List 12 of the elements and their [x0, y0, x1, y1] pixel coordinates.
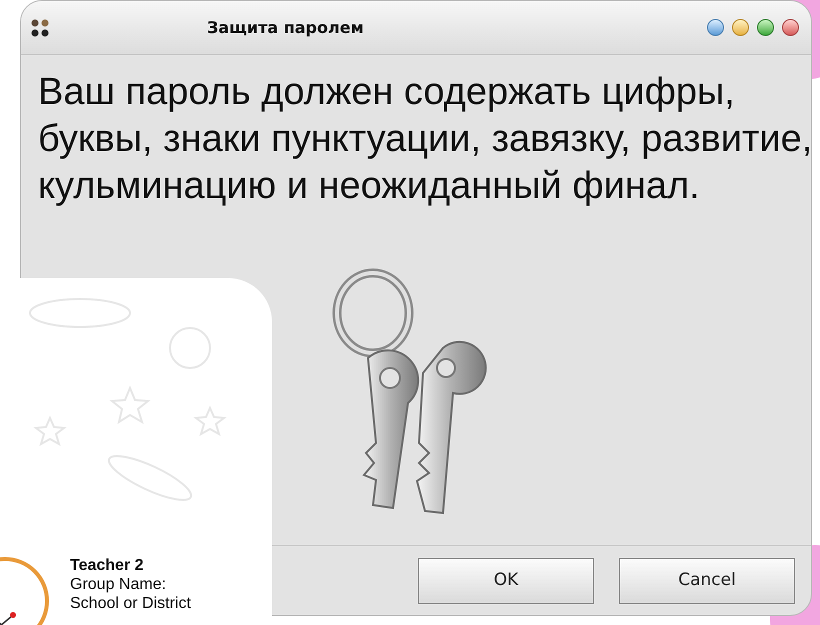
- card-text: Group Name:: [70, 575, 168, 594]
- dialog-button[interactable]: OK: [418, 558, 594, 604]
- window-button-icon[interactable]: [707, 19, 724, 36]
- window-button-icon[interactable]: [757, 19, 774, 36]
- card-text: School or District: [70, 594, 191, 613]
- app-icon: [31, 18, 49, 36]
- window-title: Защита паролем: [207, 16, 364, 38]
- message-text: Ваш пароль должен содержать цифры, буквы, знаки пунктуации, завязку, развитие, кульминацию и неожиданный финал.: [38, 70, 811, 209]
- window-button-icon[interactable]: [732, 19, 749, 36]
- teacher-name: Teacher 2: [70, 556, 145, 575]
- dialog-button[interactable]: Cancel: [619, 558, 795, 604]
- close-icon[interactable]: [782, 19, 799, 36]
